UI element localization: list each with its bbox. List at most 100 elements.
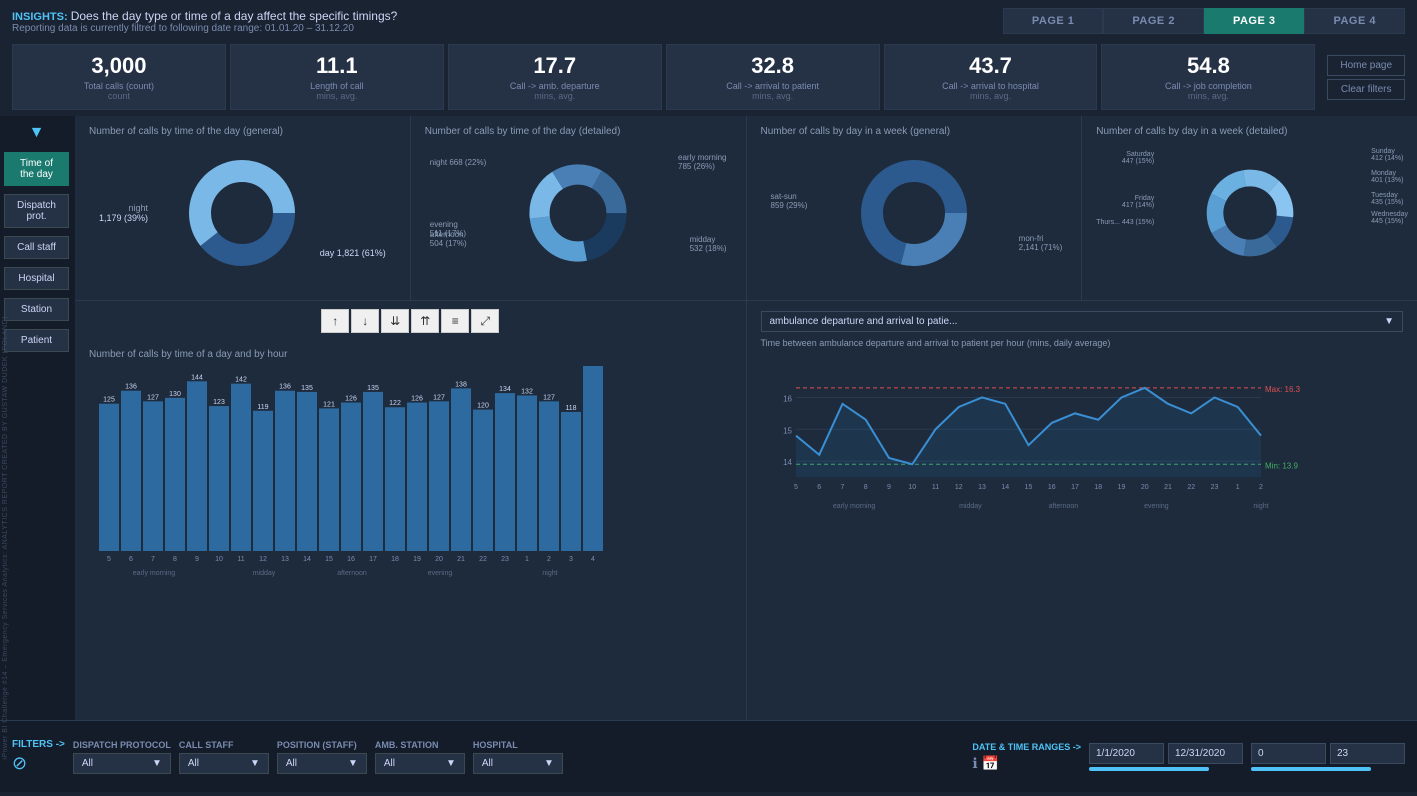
sidebar-filter-station[interactable]: Station: [4, 298, 69, 321]
kpi-value-arrival-hospital: 43.7: [901, 53, 1081, 79]
time-slider[interactable]: [1251, 767, 1371, 771]
hospital-select[interactable]: All ▼: [473, 753, 563, 774]
tab-page1[interactable]: PAGE 1: [1003, 8, 1104, 34]
min-label: Min: 13.9: [1265, 461, 1298, 470]
time-slider-fill: [1251, 767, 1371, 771]
bar-label-10: 123: [213, 399, 225, 406]
bar-chart-title-area: Number of calls by time of a day and by …: [89, 349, 732, 360]
sidebar-filter-hospital[interactable]: Hospital: [4, 267, 69, 290]
sidebar-filter-patient[interactable]: Patient: [4, 329, 69, 352]
toolbar-btn-up2[interactable]: ⇈: [411, 309, 439, 333]
max-label: Max: 16.3: [1265, 385, 1301, 394]
main-content: iPower BI Challenge #14 – Emergency Serv…: [0, 116, 1417, 720]
x-label-7: 7: [840, 484, 844, 491]
amb-station-select[interactable]: All ▼: [375, 753, 465, 774]
x-label-2: 2: [1259, 484, 1263, 491]
hospital-value: All: [482, 758, 493, 769]
bar-5: [99, 404, 119, 551]
toolbar-btn-down[interactable]: ↓: [351, 309, 379, 333]
bar-xlabel-5: 5: [107, 556, 111, 563]
date-slider[interactable]: [1089, 767, 1209, 771]
chart1-svg: [182, 153, 302, 273]
top-bar: INSIGHTS: Does the day type or time of a…: [0, 0, 1417, 38]
bar-10: [209, 406, 229, 551]
bottom-bar: FILTERS -> ⊘ DISPATCH PROTOCOL All ▼ CAL…: [0, 720, 1417, 792]
chart3-donut: sat-sun859 (29%) mon-fri2,141 (71%): [761, 143, 1068, 283]
bar-xlabel-19: 19: [413, 556, 421, 563]
filter-icon: ⊘: [12, 753, 65, 774]
bar-label-18: 122: [389, 400, 401, 407]
sec-label-afternoon: afternoon: [1048, 503, 1078, 510]
time-to-input[interactable]: [1330, 743, 1405, 764]
bar-xlabel-3: 3: [569, 556, 573, 563]
bar-xlabel-22: 22: [479, 556, 487, 563]
bar-16: [341, 403, 361, 551]
dispatch-chevron: ▼: [152, 758, 162, 769]
kpi-sub-length: mins, avg.: [247, 91, 427, 101]
chart3-svg: [854, 153, 974, 273]
kpi-sub-arrival-patient: mins, avg.: [683, 91, 863, 101]
x-label-11: 11: [931, 484, 938, 491]
bar-label-11: 142: [235, 377, 247, 384]
clear-filters-button[interactable]: Clear filters: [1327, 79, 1405, 100]
bar-chart-area: 1255136612771308144912310142111191213613…: [89, 366, 732, 594]
sidebar-filter-dispatch[interactable]: Dispatch prot.: [4, 194, 69, 228]
bar-label-12: 119: [257, 404, 268, 411]
kpi-arrival-patient: 32.8 Call -> arrival to patient mins, av…: [666, 44, 880, 110]
x-label-14: 14: [1001, 484, 1009, 491]
bar-xlabel-18: 18: [391, 556, 399, 563]
bar-20: [429, 401, 449, 551]
home-page-button[interactable]: Home page: [1327, 55, 1405, 76]
kpi-amb-departure: 17.7 Call -> amb. departure mins, avg.: [448, 44, 662, 110]
position-select[interactable]: All ▼: [277, 753, 367, 774]
sidebar-filter-time[interactable]: Time of the day: [4, 152, 69, 186]
kpi-value-job-completion: 54.8: [1118, 53, 1298, 79]
section-label-midday: midday: [253, 570, 276, 577]
dispatch-select[interactable]: All ▼: [73, 753, 171, 774]
bar-label-2: 127: [543, 394, 555, 401]
date-time-ranges-group: DATE & TIME RANGES -> ℹ 📅: [972, 742, 1081, 772]
tab-page3[interactable]: PAGE 3: [1204, 8, 1305, 34]
call-staff-value: All: [188, 758, 199, 769]
chart3-monfri-label: mon-fri2,141 (71%): [1019, 234, 1063, 252]
kpi-length: 11.1 Length of call mins, avg.: [230, 44, 444, 110]
amb-station-value: All: [384, 758, 395, 769]
toolbar-btn-expand[interactable]: ⤢: [471, 309, 499, 333]
dispatch-protocol-group: DISPATCH PROTOCOL All ▼: [73, 740, 171, 774]
bottom-right-panel: ambulance departure and arrival to patie…: [747, 301, 1417, 720]
date-to-input[interactable]: [1168, 743, 1243, 764]
bar-chart-svg: 1255136612771308144912310142111191213613…: [89, 366, 615, 591]
bar-xlabel-4: 4: [591, 556, 595, 563]
call-staff-select[interactable]: All ▼: [179, 753, 269, 774]
date-from-input[interactable]: [1089, 743, 1164, 764]
line-chart-dropdown[interactable]: ambulance departure and arrival to patie…: [761, 311, 1404, 332]
bar-label-8: 130: [169, 391, 181, 398]
bar-chart-title: Number of calls by time of a day and by …: [89, 349, 732, 360]
call-staff-chevron: ▼: [250, 758, 260, 769]
tab-page4[interactable]: PAGE 4: [1304, 8, 1405, 34]
kpi-label-arrival-hospital: Call -> arrival to hospital: [901, 81, 1081, 91]
toolbar-btn-up[interactable]: ↑: [321, 309, 349, 333]
sidebar-filter-staff[interactable]: Call staff: [4, 236, 69, 259]
chart1-day-label: day 1,821 (61%): [320, 248, 386, 258]
toolbar-btn-down2[interactable]: ⇊: [381, 309, 409, 333]
bar-xlabel-20: 20: [435, 556, 443, 563]
time-inputs-group: [1251, 743, 1405, 771]
sidebar-arrow-icon: ▼: [4, 124, 69, 142]
bar-label-5: 125: [103, 397, 115, 404]
toolbar-btn-menu[interactable]: ≡: [441, 309, 469, 333]
date-inputs-group: [1089, 743, 1243, 771]
tab-page2[interactable]: PAGE 2: [1103, 8, 1204, 34]
sec-label-midday: midday: [959, 503, 982, 510]
bottom-charts-row: ↑ ↓ ⇊ ⇈ ≡ ⤢ Number of calls by time of a…: [75, 301, 1417, 720]
bar-xlabel-9: 9: [195, 556, 199, 563]
time-from-input[interactable]: [1251, 743, 1326, 764]
amb-station-group: AMB. STATION All ▼: [375, 740, 465, 774]
charts-area: Number of calls by time of the day (gene…: [75, 116, 1417, 720]
bar-14: [297, 392, 317, 551]
bar-xlabel-7: 7: [151, 556, 155, 563]
bar-xlabel-17: 17: [369, 556, 377, 563]
position-group: POSITION (STAFF) All ▼: [277, 740, 367, 774]
kpi-row: 3,000 Total calls (count) count 11.1 Len…: [0, 38, 1417, 116]
chart-panel-3: Number of calls by day in a week (genera…: [747, 116, 1083, 300]
